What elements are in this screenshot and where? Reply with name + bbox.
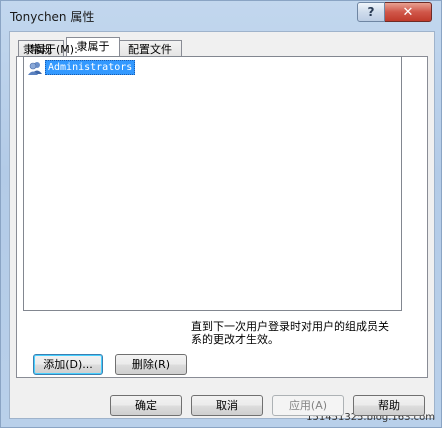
close-icon: ✕ bbox=[402, 4, 414, 20]
close-button[interactable]: ✕ bbox=[385, 2, 432, 22]
list-item[interactable]: Administrators bbox=[27, 60, 136, 75]
group-name: Administrators bbox=[45, 60, 136, 75]
add-button[interactable]: 添加(D)... bbox=[33, 354, 103, 375]
cancel-button[interactable]: 取消 bbox=[191, 395, 263, 416]
member-of-label: 隶属于(M): bbox=[23, 43, 78, 56]
window-title: Tonychen 属性 bbox=[10, 10, 95, 24]
caption-buttons: ? ✕ bbox=[357, 2, 433, 22]
membership-note: 直到下一次用户登录时对用户的组成员关系的更改才生效。 bbox=[191, 320, 389, 346]
help-caption-button[interactable]: ? bbox=[357, 2, 385, 22]
properties-dialog: Tonychen 属性 ? ✕ 常规 隶属于 配置文件 隶属于(M): Admi… bbox=[0, 0, 442, 428]
ok-button[interactable]: 确定 bbox=[110, 395, 182, 416]
question-icon: ? bbox=[367, 5, 375, 19]
help-button[interactable]: 帮助 bbox=[353, 395, 425, 416]
remove-button[interactable]: 删除(R) bbox=[115, 354, 187, 375]
group-icon bbox=[28, 61, 42, 75]
member-of-list[interactable]: Administrators bbox=[23, 56, 402, 311]
apply-button: 应用(A) bbox=[272, 395, 344, 416]
